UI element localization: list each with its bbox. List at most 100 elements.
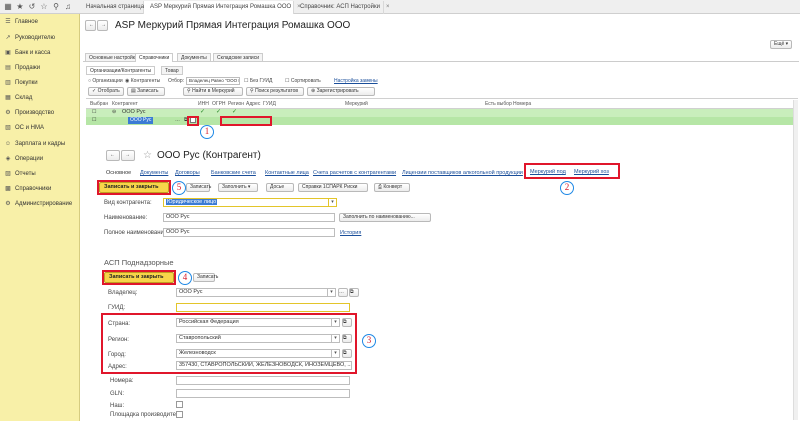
radio-organizations[interactable]: ○ Организации	[88, 78, 123, 84]
sidebar-item-admin[interactable]: ⚙ Администрирование	[4, 199, 72, 209]
select-button[interactable]: ✓ Отобрать	[88, 87, 124, 96]
star-icon[interactable]: ★	[15, 2, 25, 12]
expand-icon[interactable]: ⊖	[112, 109, 116, 115]
producer-checkbox[interactable]	[176, 411, 183, 418]
name-input[interactable]: ООО Рус	[163, 213, 335, 222]
radio-contractors[interactable]: ◉ Контрагенты	[125, 78, 160, 84]
sidebar-item-production[interactable]: ⚙ Производство	[4, 108, 54, 118]
card-back-button[interactable]: ←	[106, 150, 120, 161]
main-tabs: Основные настройки Справочники Документы…	[83, 52, 799, 62]
annotation-box-1	[187, 116, 199, 126]
kind-select[interactable]: Юридическое лицо	[163, 198, 329, 207]
tab-asp-settings[interactable]: Справочник: АСП Настройки ×	[294, 1, 389, 14]
subtab-goods[interactable]: Товар	[161, 66, 183, 75]
find-mercury-button[interactable]: ⚲ Найти в Меркурий	[183, 87, 243, 96]
check-icon: ✓	[232, 109, 238, 115]
owner-label: Владелец:	[108, 290, 138, 296]
col-header-mercury: Меркурий	[345, 101, 368, 107]
sidebar-item-reports[interactable]: ▨ Отчеты	[4, 169, 36, 179]
dots-button[interactable]: …	[338, 288, 348, 297]
dots-icon[interactable]: …	[175, 117, 180, 123]
register-button[interactable]: ⊕ Зарегистрировать	[307, 87, 375, 96]
spark-button[interactable]: Справки 1СПАРК Риски	[298, 183, 368, 192]
col-header-region: Регион	[228, 101, 245, 107]
sidebar-item-operations[interactable]: ◈ Операции	[4, 154, 43, 164]
tab-warehouse-records[interactable]: Складские записи	[213, 53, 263, 62]
sidebar-item-main[interactable]: ☰ Главное	[4, 17, 38, 27]
close-icon[interactable]: ×	[386, 4, 390, 10]
kind-label: Вид контрагента:	[104, 200, 152, 206]
forward-button[interactable]: →	[97, 20, 108, 31]
annotation-marker-1: 1	[200, 125, 214, 139]
card-tab-bank-accounts[interactable]: Банковские счета	[211, 170, 256, 176]
tab-label: Товар	[165, 68, 179, 74]
sidebar-item-manager[interactable]: ↗ Руководителю	[4, 33, 55, 43]
history-link[interactable]: История	[340, 230, 361, 236]
full-name-input[interactable]: ООО Рус	[163, 228, 335, 237]
card-tab-alcohol-licenses[interactable]: Лицензии поставщиков алкогольной продукц…	[402, 170, 523, 176]
card-tab-main[interactable]: Основное	[106, 170, 131, 176]
sidebar-item-sales[interactable]: ▤ Продажи	[4, 63, 40, 73]
write-button[interactable]: Записать	[186, 183, 211, 192]
search-results-button[interactable]: ⚲ Поиск результатов	[246, 87, 304, 96]
replace-settings-link[interactable]: Настройка замены	[334, 78, 378, 84]
card-tab-documents[interactable]: Документы	[140, 170, 168, 176]
dossier-button[interactable]: Досье	[266, 183, 294, 192]
tab-main-settings[interactable]: Основные настройки	[85, 53, 142, 62]
gln-input[interactable]	[176, 389, 350, 398]
apps-grid-icon[interactable]: ▦	[3, 2, 13, 12]
asp-write-button[interactable]: Записать	[193, 273, 218, 282]
sidebar-item-salary[interactable]: ☺ Зарплата и кадры	[4, 139, 65, 149]
row-checkbox[interactable]: ☐	[92, 109, 96, 115]
name-label: Наименование:	[104, 215, 148, 221]
tab-home[interactable]: Начальная страница	[80, 1, 144, 14]
open-link-icon[interactable]: ⧉	[349, 288, 359, 297]
card-tab-contracts[interactable]: Договоры	[175, 170, 200, 176]
checkbox-label: Без ГУИД	[249, 78, 273, 84]
menu-icon: ☰	[5, 19, 11, 25]
tab-mercury-integration[interactable]: ASP Меркурий Прямая Интеграция Ромашка О…	[144, 1, 301, 14]
history-icon[interactable]: ↺	[27, 2, 37, 12]
scrollbar[interactable]	[793, 100, 798, 420]
search-icon[interactable]: ⚲	[51, 2, 61, 12]
back-button[interactable]: ←	[85, 20, 96, 31]
favorite-star-icon[interactable]: ☆	[143, 150, 152, 161]
button-label: Записать	[137, 88, 159, 94]
tab-label: Организации/Контрагенты	[90, 68, 152, 74]
sidebar-item-warehouse[interactable]: ▦ Склад	[4, 93, 32, 103]
bell-icon[interactable]: ♫	[63, 2, 73, 12]
card-forward-button[interactable]: →	[121, 150, 135, 161]
owner-input[interactable]: ООО Рус	[176, 288, 328, 297]
button-label: Поиск результатов	[255, 88, 299, 94]
sidebar-item-label: Операции	[15, 156, 44, 162]
guid-input[interactable]	[176, 303, 350, 312]
tab-catalogs[interactable]: Справочники	[135, 53, 174, 62]
chevron-down-icon[interactable]: ▾	[329, 198, 337, 207]
numbers-input[interactable]	[176, 376, 350, 385]
our-checkbox[interactable]	[176, 401, 183, 408]
fill-button[interactable]: Заполнить ▾	[218, 183, 258, 192]
contractor-name[interactable]: ООО Рус	[128, 117, 154, 124]
subtab-org-contractors[interactable]: Организации/Контрагенты	[86, 66, 156, 75]
envelope-button[interactable]: ⎙ Конверт	[374, 183, 410, 192]
fill-by-name-button[interactable]: Заполнить по наименованию...	[339, 213, 431, 222]
filter-input[interactable]: Владелец Равно "ООО Р...	[186, 77, 240, 85]
sidebar-item-fixed-assets[interactable]: ▧ ОС и НМА	[4, 123, 44, 133]
card-tab-contacts[interactable]: Контактные лица	[265, 170, 309, 176]
sort-checkbox[interactable]: ☐ Сортировать	[285, 78, 321, 84]
chevron-down-icon[interactable]: ▾	[328, 288, 336, 297]
sidebar-item-catalogs[interactable]: ▩ Справочники	[4, 184, 51, 194]
tab-documents[interactable]: Документы	[177, 53, 211, 62]
more-button[interactable]: Ещё ▾	[770, 40, 792, 49]
sidebar-item-purchases[interactable]: ▥ Покупки	[4, 78, 37, 88]
no-guid-checkbox[interactable]: ☐ Без ГУИД	[244, 78, 272, 84]
favorites-icon[interactable]: ☆	[39, 2, 49, 12]
write-button[interactable]: ▤ Записать	[127, 87, 165, 96]
row-checkbox[interactable]: ☐	[92, 117, 96, 123]
button-label: Найти в Меркурий	[192, 88, 235, 94]
checkbox-label: Сортировать	[290, 78, 321, 84]
sidebar: ☰ Главное ↗ Руководителю ▣ Банк и касса ▤ Пр…	[0, 14, 80, 421]
tab-label: Начальная страница	[86, 4, 145, 10]
card-tab-settlement-accounts[interactable]: Счета расчетов с контрагентами	[313, 170, 396, 176]
sidebar-item-bank[interactable]: ▣ Банк и касса	[4, 48, 50, 58]
